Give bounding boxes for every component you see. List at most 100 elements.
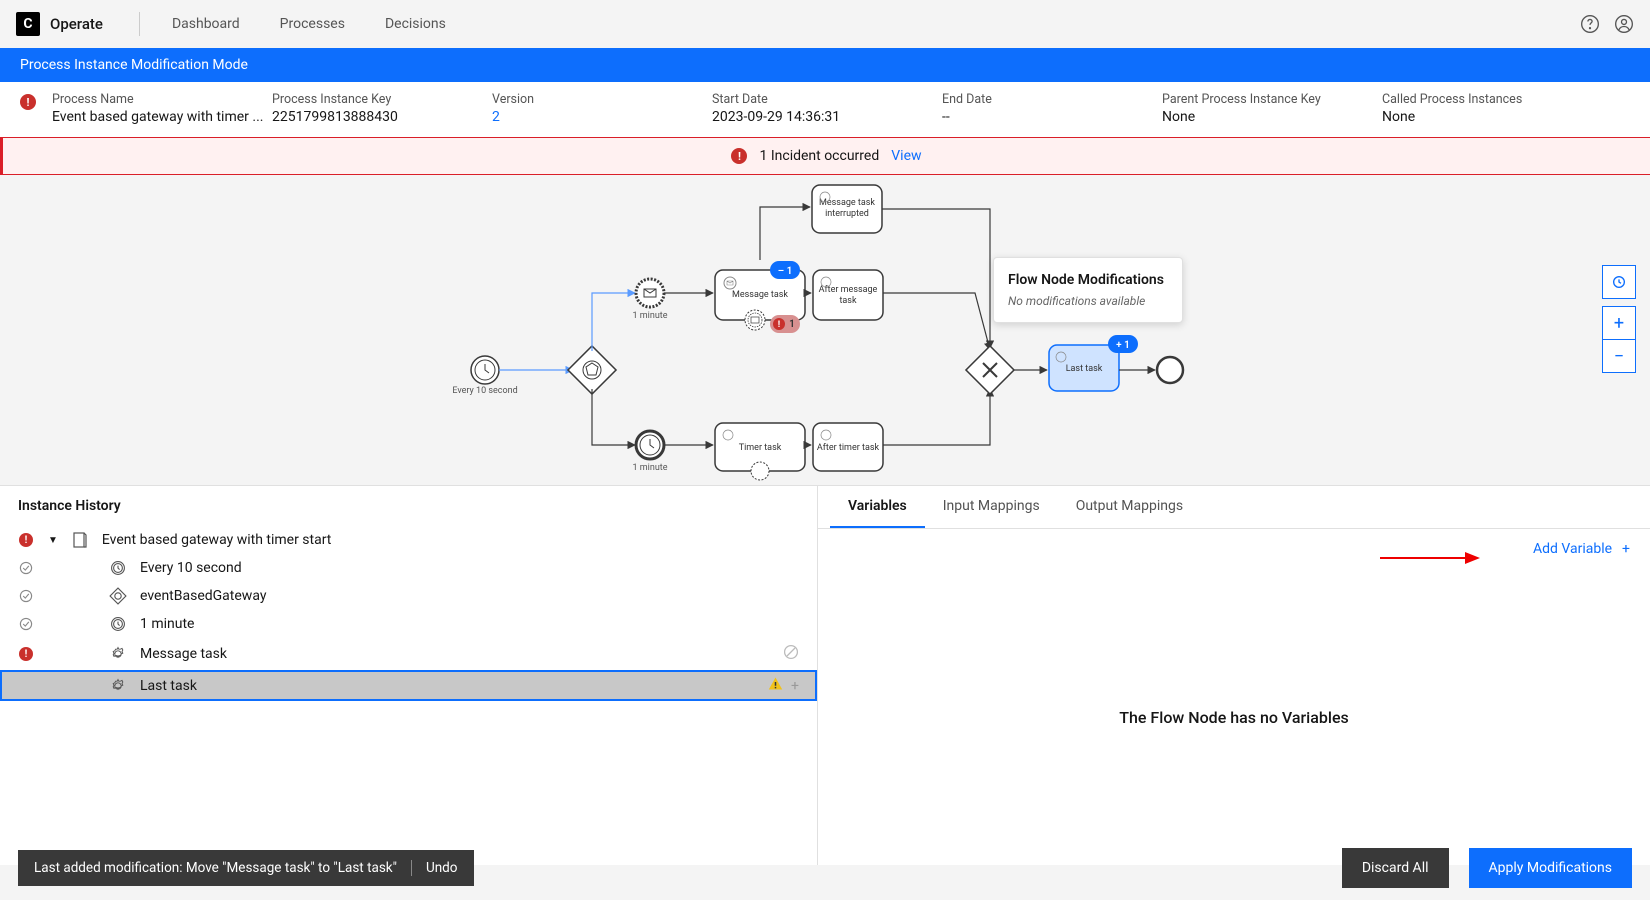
- variables-panel: Variables Input Mappings Output Mappings…: [818, 486, 1650, 865]
- parent-key-label: Parent Process Instance Key: [1162, 92, 1382, 107]
- user-icon[interactable]: [1614, 14, 1634, 34]
- warning-icon: [768, 676, 783, 695]
- bpmn-start-event[interactable]: Every 10 second: [452, 356, 517, 396]
- add-icon[interactable]: +: [791, 678, 799, 694]
- timer-icon: [110, 616, 126, 632]
- start-date-label: Start Date: [712, 92, 942, 107]
- tab-variables[interactable]: Variables: [830, 486, 925, 528]
- discard-all-button[interactable]: Discard All: [1342, 848, 1449, 888]
- version-value[interactable]: 2: [492, 109, 712, 125]
- history-label: Last task: [140, 678, 197, 694]
- history-row[interactable]: Every 10 second: [0, 554, 817, 582]
- add-variable-button[interactable]: Add Variable +: [1533, 541, 1630, 557]
- incident-status-icon: !: [20, 94, 36, 110]
- svg-text:1: 1: [789, 319, 795, 330]
- incident-banner: ! 1 Incident occurred View: [0, 137, 1650, 175]
- svg-text:!: !: [778, 320, 780, 330]
- history-label: Event based gateway with timer start: [102, 532, 331, 548]
- svg-text:Message task: Message task: [732, 290, 788, 300]
- bpmn-message-task-interrupted[interactable]: Message task interrupted: [812, 185, 882, 233]
- version-label: Version: [492, 92, 712, 107]
- caret-down-icon[interactable]: ▼: [48, 535, 58, 546]
- incident-banner-text: 1 Incident occurred: [759, 148, 879, 164]
- end-date-value: --: [942, 109, 1162, 125]
- app-name: Operate: [50, 15, 103, 33]
- svg-text:Message task: Message task: [819, 198, 875, 208]
- ok-icon: [18, 560, 34, 576]
- svg-text:task: task: [839, 296, 856, 306]
- history-label: Every 10 second: [140, 560, 242, 576]
- svg-text:After timer task: After timer task: [817, 443, 880, 453]
- called-instances-label: Called Process Instances: [1382, 92, 1630, 107]
- add-variable-label: Add Variable: [1533, 541, 1612, 557]
- incident-banner-icon: !: [731, 148, 747, 164]
- svg-text:interrupted: interrupted: [825, 209, 869, 219]
- bpmn-message-catch[interactable]: 1 minute: [632, 279, 667, 321]
- process-name-value: Event based gateway with timer ...: [52, 109, 272, 125]
- ok-icon: [18, 588, 34, 604]
- zoom-out-button[interactable]: −: [1602, 339, 1636, 373]
- history-row-last-task[interactable]: Last task +: [0, 670, 817, 701]
- process-key-value: 2251799813888430: [272, 109, 492, 125]
- bpmn-after-message-task[interactable]: After message task: [813, 270, 883, 320]
- bpmn-exclusive-gateway[interactable]: [966, 346, 1014, 394]
- flow-popup-body: No modifications available: [1008, 294, 1168, 308]
- svg-text:1 minute: 1 minute: [632, 311, 667, 321]
- svg-text:Timer task: Timer task: [739, 443, 782, 453]
- ok-icon: [18, 616, 34, 632]
- called-instances-value: None: [1382, 109, 1630, 125]
- bpmn-last-task[interactable]: Last task + 1: [1049, 335, 1138, 391]
- history-row[interactable]: 1 minute: [0, 610, 817, 638]
- bpmn-timer-catch[interactable]: 1 minute: [632, 431, 667, 473]
- process-icon: [72, 532, 88, 548]
- apply-modifications-button[interactable]: Apply Modifications: [1469, 848, 1633, 888]
- history-row-message-task[interactable]: ! Message task: [0, 638, 817, 670]
- start-date-value: 2023-09-29 14:36:31: [712, 109, 942, 125]
- top-header: C Operate Dashboard Processes Decisions: [0, 0, 1650, 48]
- zoom-in-button[interactable]: +: [1602, 306, 1636, 340]
- svg-text:Every 10 second: Every 10 second: [452, 386, 517, 396]
- incident-icon: !: [18, 532, 34, 548]
- nav-dashboard[interactable]: Dashboard: [152, 16, 260, 32]
- bpmn-message-task[interactable]: Message task – 1 ! 1: [715, 261, 805, 333]
- history-label: eventBasedGateway: [140, 588, 266, 604]
- footer-bar: Last added modification: Move "Message t…: [18, 848, 1632, 888]
- timer-icon: [110, 560, 126, 576]
- history-row-root[interactable]: ! ▼ Event based gateway with timer start: [0, 526, 817, 554]
- incident-icon: !: [18, 646, 34, 662]
- svg-text:1 minute: 1 minute: [632, 463, 667, 473]
- bpmn-end-event[interactable]: [1157, 357, 1183, 383]
- instance-details: ! Process Name Event based gateway with …: [0, 82, 1650, 137]
- tab-output-mappings[interactable]: Output Mappings: [1058, 486, 1201, 528]
- modification-mode-bar: Process Instance Modification Mode: [0, 48, 1650, 82]
- nav-decisions[interactable]: Decisions: [365, 16, 466, 32]
- footer-separator: [411, 860, 412, 876]
- bpmn-event-gateway[interactable]: [568, 346, 616, 394]
- app-logo: C: [16, 12, 40, 36]
- svg-text:+ 1: + 1: [1116, 340, 1130, 351]
- nav-processes[interactable]: Processes: [260, 16, 365, 32]
- instance-history-panel: Instance History ! ▼ Event based gateway…: [0, 486, 818, 865]
- plus-icon: +: [1622, 541, 1630, 557]
- incident-view-link[interactable]: View: [891, 148, 921, 164]
- svg-text:Last task: Last task: [1066, 364, 1103, 374]
- bpmn-diagram[interactable]: Every 10 second 1 minute Message task – …: [0, 175, 1650, 485]
- undo-button[interactable]: Undo: [426, 860, 458, 876]
- parent-key-value: None: [1162, 109, 1382, 125]
- bpmn-after-timer-task[interactable]: After timer task: [813, 423, 883, 471]
- service-task-icon: [110, 646, 126, 662]
- history-label: 1 minute: [140, 616, 194, 632]
- zoom-reset-button[interactable]: [1602, 265, 1636, 299]
- process-name-label: Process Name: [52, 92, 272, 107]
- tab-input-mappings[interactable]: Input Mappings: [925, 486, 1058, 528]
- history-title: Instance History: [0, 486, 817, 526]
- blocked-icon: [783, 644, 799, 664]
- bpmn-timer-task[interactable]: Timer task: [715, 423, 805, 480]
- header-divider: [139, 12, 140, 36]
- end-date-label: End Date: [942, 92, 1162, 107]
- help-icon[interactable]: [1580, 14, 1600, 34]
- footer-message: Last added modification: Move "Message t…: [18, 850, 474, 886]
- history-row[interactable]: eventBasedGateway: [0, 582, 817, 610]
- variables-empty-message: The Flow Node has no Variables: [818, 569, 1650, 865]
- process-key-label: Process Instance Key: [272, 92, 492, 107]
